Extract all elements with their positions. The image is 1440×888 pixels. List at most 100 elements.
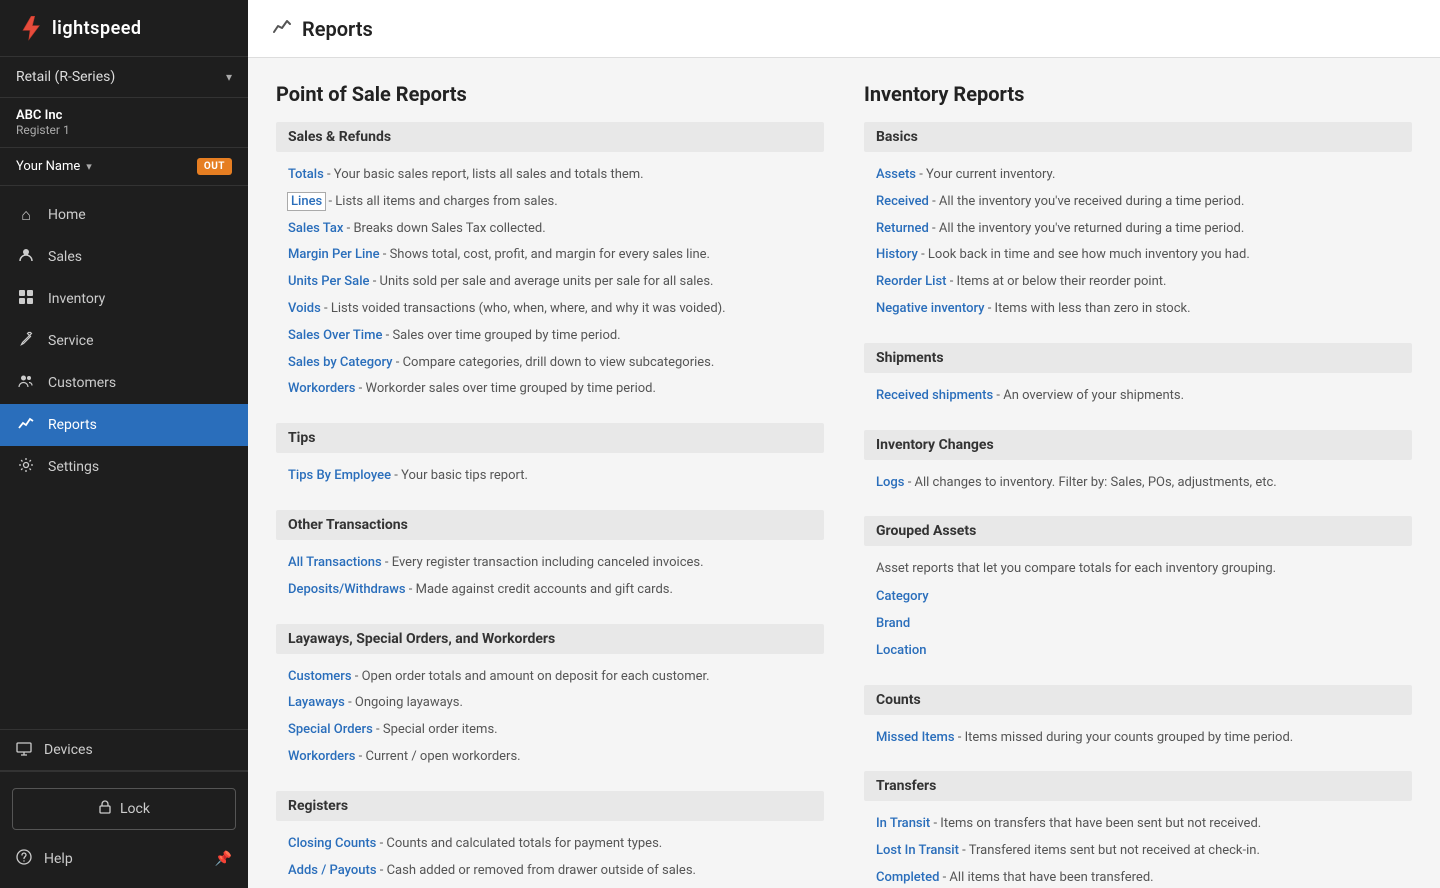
report-group: Layaways, Special Orders, and Workorders…: [276, 624, 824, 771]
report-group-header: Tips: [276, 423, 824, 453]
retail-selector[interactable]: Retail (R-Series) ▾: [0, 57, 248, 98]
report-desc: - Compare categories, drill down to view…: [393, 355, 715, 370]
lock-button[interactable]: Lock: [12, 788, 236, 830]
report-link[interactable]: Received: [876, 194, 929, 209]
report-link[interactable]: Returned: [876, 221, 929, 236]
report-link[interactable]: Tips By Employee: [288, 468, 391, 483]
report-item: Adds / Payouts - Cash added or removed f…: [276, 858, 824, 885]
report-item: Lost In Transit - Transfered items sent …: [864, 838, 1412, 865]
report-desc: - Every register transaction including c…: [382, 555, 704, 570]
sidebar-bottom: Lock Help 📌: [0, 771, 248, 888]
sidebar-item-reports[interactable]: Reports: [0, 404, 248, 446]
report-link[interactable]: Missed Items: [876, 730, 955, 745]
report-link[interactable]: Negative inventory: [876, 301, 985, 316]
report-link[interactable]: Lost In Transit: [876, 843, 959, 858]
report-group-header: Registers: [276, 791, 824, 821]
report-item: Closing Counts - Counts and calculated t…: [276, 831, 824, 858]
report-item: Voids - Lists voided transactions (who, …: [276, 296, 824, 323]
report-link[interactable]: Voids: [288, 301, 321, 316]
sidebar-item-home[interactable]: ⌂ Home: [0, 194, 248, 236]
report-item: Special Orders - Special order items.: [276, 717, 824, 744]
report-link[interactable]: Completed: [876, 870, 939, 885]
sidebar-item-label: Inventory: [48, 291, 105, 307]
sidebar-item-inventory[interactable]: Inventory: [0, 278, 248, 320]
report-group-header: Layaways, Special Orders, and Workorders: [276, 624, 824, 654]
report-desc: - All changes to inventory. Filter by: S…: [904, 475, 1276, 490]
report-item: Deposits/Withdraws - Made against credit…: [276, 577, 824, 604]
report-link[interactable]: Workorders: [288, 749, 355, 764]
service-icon: [16, 331, 36, 351]
report-link[interactable]: Sales Tax: [288, 221, 343, 236]
sidebar-logo[interactable]: lightspeed: [0, 0, 248, 57]
user-section[interactable]: Your Name ▾ OUT: [0, 148, 248, 186]
report-desc: - Your basic sales report, lists all sal…: [324, 167, 644, 182]
pin-icon: 📌: [215, 851, 232, 867]
report-link[interactable]: Totals: [288, 167, 324, 182]
report-item: Workorders - Current / open workorders.: [276, 744, 824, 771]
sidebar: lightspeed Retail (R-Series) ▾ ABC Inc R…: [0, 0, 248, 888]
report-link[interactable]: Sales Over Time: [288, 328, 382, 343]
report-item: Brand: [864, 611, 1412, 638]
report-link[interactable]: Category: [876, 589, 929, 604]
report-item: Reorder List - Items at or below their r…: [864, 269, 1412, 296]
report-link[interactable]: All Transactions: [288, 555, 382, 570]
lock-label: Lock: [120, 801, 150, 817]
report-item: Layaways - Ongoing layaways.: [276, 690, 824, 717]
retail-selector-label: Retail (R-Series): [16, 69, 115, 85]
sidebar-item-label: Reports: [48, 417, 97, 433]
report-link[interactable]: In Transit: [876, 816, 930, 831]
sidebar-help[interactable]: Help 📌: [0, 838, 248, 880]
report-link[interactable]: Margin Per Line: [288, 247, 380, 262]
report-group: CountsMissed Items - Items missed during…: [864, 685, 1412, 752]
report-link[interactable]: Deposits/Withdraws: [288, 582, 406, 597]
report-link[interactable]: Sales by Category: [288, 355, 393, 370]
report-link[interactable]: Special Orders: [288, 722, 373, 737]
customers-icon: [16, 373, 36, 393]
report-group: Other Transactions All Transactions - Eve…: [276, 510, 824, 604]
report-link[interactable]: Adds / Payouts: [288, 863, 377, 878]
sidebar-item-label: Sales: [48, 249, 82, 265]
sidebar-item-customers[interactable]: Customers: [0, 362, 248, 404]
report-link[interactable]: Customers: [288, 669, 352, 684]
report-link[interactable]: Layaways: [288, 695, 345, 710]
report-desc: - Breaks down Sales Tax collected.: [343, 221, 545, 236]
sidebar-item-sales[interactable]: Sales: [0, 236, 248, 278]
report-link[interactable]: Received shipments: [876, 388, 993, 403]
report-desc: - Your current inventory.: [916, 167, 1055, 182]
sales-icon: [16, 247, 36, 267]
report-link[interactable]: Brand: [876, 616, 910, 631]
report-item: Sales Over Time - Sales over time groupe…: [276, 323, 824, 350]
sidebar-nav: ⌂ Home Sales Inventory Service Custome: [0, 186, 248, 729]
sidebar-item-settings[interactable]: Settings: [0, 446, 248, 488]
report-desc: - Shows total, cost, profit, and margin …: [380, 247, 710, 262]
report-group-header: Other Transactions: [276, 510, 824, 540]
sidebar-item-service[interactable]: Service: [0, 320, 248, 362]
report-item: Negative inventory - Items with less tha…: [864, 296, 1412, 323]
report-desc: - Workorder sales over time grouped by t…: [355, 381, 655, 396]
report-link[interactable]: Reorder List: [876, 274, 946, 289]
report-desc: - All the inventory you've returned duri…: [929, 221, 1244, 236]
report-item: Logs - All changes to inventory. Filter …: [864, 470, 1412, 497]
sidebar-item-label: Customers: [48, 375, 116, 391]
report-group: TipsTips By Employee - Your basic tips r…: [276, 423, 824, 490]
report-link[interactable]: History: [876, 247, 918, 262]
report-link[interactable]: Logs: [876, 475, 904, 490]
report-link[interactable]: Units Per Sale: [288, 274, 369, 289]
sidebar-item-devices[interactable]: Devices: [0, 729, 248, 771]
report-desc: - All items that have been transfered.: [939, 870, 1153, 885]
report-group-header: Counts: [864, 685, 1412, 715]
report-link[interactable]: Location: [876, 643, 926, 658]
report-group-header: Shipments: [864, 343, 1412, 373]
report-link[interactable]: Assets: [876, 167, 916, 182]
report-link[interactable]: Workorders: [288, 381, 355, 396]
report-group: Registers Closing Counts - Counts and cal…: [276, 791, 824, 885]
page-title: Reports: [302, 17, 373, 41]
report-link[interactable]: Lines: [288, 193, 325, 210]
report-group: Grouped AssetsAsset reports that let you…: [864, 516, 1412, 664]
report-item: History - Look back in time and see how …: [864, 242, 1412, 269]
report-item: Customers - Open order totals and amount…: [276, 664, 824, 691]
report-link[interactable]: Closing Counts: [288, 836, 376, 851]
report-desc: - Transfered items sent but not received…: [959, 843, 1260, 858]
report-item: Sales Tax - Breaks down Sales Tax collec…: [276, 216, 824, 243]
report-desc: - Open order totals and amount on deposi…: [352, 669, 710, 684]
